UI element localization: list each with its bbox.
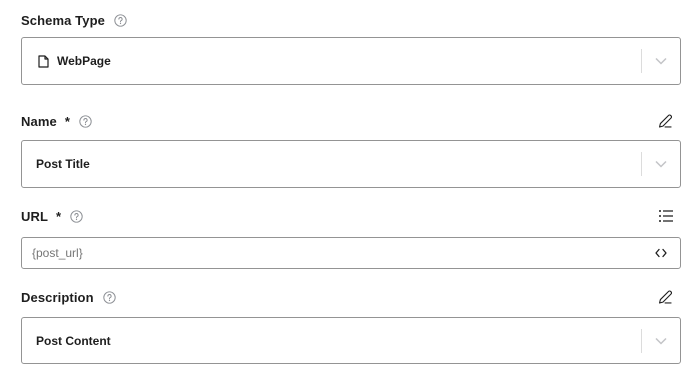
pencil-icon[interactable] — [657, 113, 674, 130]
name-value: Post Title — [36, 157, 90, 171]
schema-type-label: Schema Type — [21, 12, 105, 28]
list-icon[interactable] — [658, 209, 674, 223]
url-input[interactable] — [22, 237, 642, 269]
schema-type-select[interactable]: WebPage — [21, 37, 681, 85]
url-label-row: URL * — [21, 206, 682, 226]
help-circle-icon[interactable] — [70, 209, 83, 223]
document-icon — [38, 54, 49, 68]
chevron-down-icon[interactable] — [642, 337, 680, 345]
pencil-icon[interactable] — [657, 289, 674, 306]
name-label-row: Name * — [21, 111, 682, 131]
name-selected: Post Title — [22, 157, 641, 171]
schema-type-value: WebPage — [57, 54, 111, 68]
description-value: Post Content — [36, 333, 111, 348]
description-label: Description — [21, 289, 94, 305]
url-field[interactable] — [21, 237, 681, 269]
help-circle-icon[interactable] — [79, 114, 92, 128]
schema-type-label-row: Schema Type — [21, 10, 682, 30]
chevron-down-icon[interactable] — [642, 57, 680, 65]
required-mark: * — [56, 208, 62, 224]
help-circle-icon[interactable] — [102, 290, 116, 304]
code-icon[interactable] — [642, 248, 680, 258]
name-label: Name — [21, 113, 57, 129]
schema-type-selected: WebPage — [22, 54, 641, 68]
description-selected: Post Content — [22, 334, 641, 348]
required-mark: * — [64, 113, 70, 129]
url-label: URL — [21, 208, 49, 224]
description-label-row: Description — [21, 287, 682, 307]
chevron-down-icon[interactable] — [642, 160, 680, 168]
description-select[interactable]: Post Content — [21, 317, 681, 364]
help-circle-icon[interactable] — [114, 13, 127, 27]
name-select[interactable]: Post Title — [21, 140, 681, 188]
